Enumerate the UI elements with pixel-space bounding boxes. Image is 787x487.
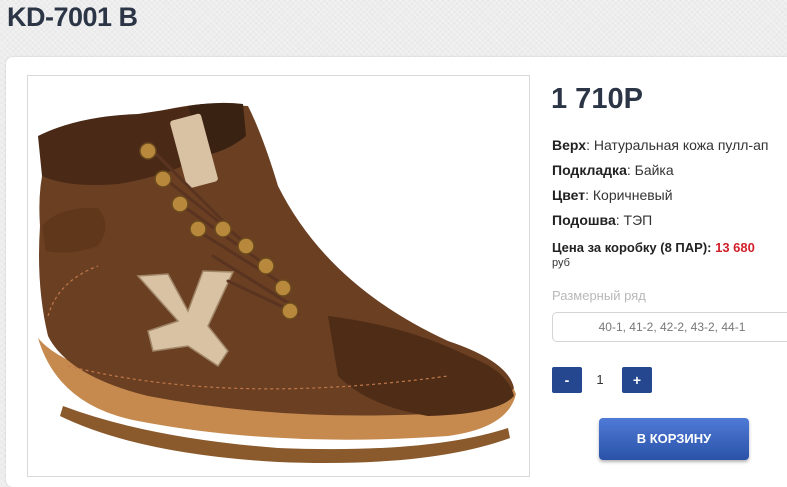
product-image[interactable] [27, 75, 530, 477]
box-price-value: 13 680 [715, 240, 755, 255]
spec-color-value: : Коричневый [585, 187, 673, 203]
spec-lining: Подкладка: Байка [552, 162, 674, 178]
size-range-label: Размерный ряд [552, 288, 646, 303]
spec-upper: Верх: Натуральная кожа пулл-ап [552, 137, 768, 153]
product-price: 1 710P [551, 83, 643, 115]
quantity-minus-button[interactable]: - [552, 367, 582, 393]
spec-lining-value: : Байка [626, 162, 674, 178]
spec-lining-label: Подкладка [552, 162, 627, 178]
quantity-plus-button[interactable]: + [622, 367, 652, 393]
spec-sole-label: Подошва [552, 212, 616, 228]
product-title: KD-7001 B [7, 2, 138, 32]
boot-illustration [38, 102, 516, 463]
spec-sole-value: : ТЭП [615, 212, 653, 228]
spec-upper-label: Верх [552, 137, 587, 153]
spec-upper-value: : Натуральная кожа пулл-ап [586, 137, 769, 153]
box-price: Цена за коробку (8 ПАР): 13 680 [552, 240, 755, 255]
box-price-label: Цена за коробку (8 ПАР): [552, 240, 712, 255]
spec-color-label: Цвет [552, 187, 586, 203]
add-to-cart-button[interactable]: В КОРЗИНУ [599, 418, 749, 460]
quantity-input[interactable]: 1 [588, 372, 612, 387]
box-price-currency: руб [552, 257, 570, 269]
spec-color: Цвет: Коричневый [552, 187, 673, 203]
spec-sole: Подошва: ТЭП [552, 212, 652, 228]
size-range-select[interactable]: 40-1, 41-2, 42-2, 43-2, 44-1 [552, 312, 787, 342]
